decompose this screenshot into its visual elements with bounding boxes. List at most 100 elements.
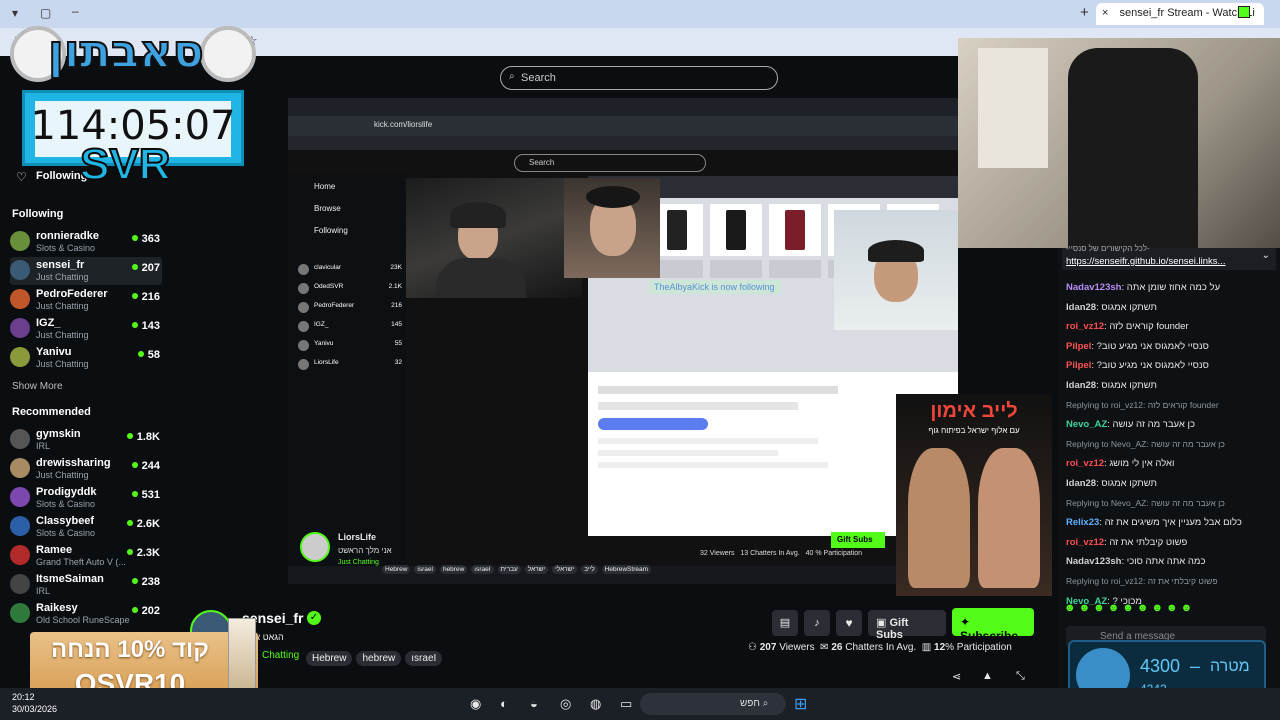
sidebar-channel[interactable]: ItsmeSaiman IRL 238 [10,571,162,599]
chat-username[interactable]: roi_vz12 [1066,321,1104,332]
chat-username[interactable]: Relix23 [1066,517,1099,528]
reply-text: Replying to roi_vz12: קוראים לזה founder [1066,399,1219,410]
stream-category[interactable]: Chatting [262,650,299,661]
gift-subs-button[interactable]: ▣ Gift Subs [868,610,946,641]
subscribe-label: Subscribe [960,629,1019,643]
channel-avatar-icon [10,487,30,507]
chat-message: roi_vz12: ואלה אין לי מושג [1066,458,1278,469]
sidebar-channel[interactable]: Classybeef Slots & Casino 2.6K [10,513,162,541]
stream-tag[interactable]: hebrew [356,651,402,666]
verified-icon: ✓ [307,611,321,625]
chat-message: Idan28: תשתקו אמגוס [1066,478,1278,489]
pinned-message[interactable]: -לכל הקישורים של סנסיי- https://senseifr… [1062,244,1276,270]
follow-heart-icon[interactable]: ♥ [836,610,862,636]
inner-channel-label: PedroFederer [314,302,355,309]
pinned-title: -לכל הקישורים של סנסיי- [1066,244,1150,253]
chat-reply-context: Replying to roi_vz12: קוראים לזה founder [1066,400,1278,410]
chat-username[interactable]: Idan28 [1066,478,1096,489]
sidebar-channel[interactable]: Ramee Grand Theft Auto V (... 2.3K [10,542,162,570]
stream-tag[interactable]: ישראל [524,565,549,574]
chat-username[interactable]: Idan28 [1066,302,1096,313]
chat-username[interactable]: roi_vz12 [1066,458,1104,469]
perfume-bottle-icon [785,210,805,250]
chat-text: על כמה אחוז שומן אתה [1126,282,1221,293]
chat-username[interactable]: Pilpel [1066,360,1091,371]
stream-tag[interactable]: Hebrew [382,565,411,574]
stream-tag[interactable]: לייב [581,565,598,574]
search-icon: ⌕ [509,71,515,82]
chat-username[interactable]: Pilpel [1066,341,1091,352]
show-more-link[interactable]: Show More [12,381,63,392]
podcasts-icon[interactable]: ◎ [560,696,571,712]
bell-icon[interactable]: ♪ [804,610,830,636]
inner-channel-viewers: 216 [391,302,402,309]
channel-category: Grand Theft Auto V (... [36,557,126,567]
chat-username[interactable]: Nevo_AZ [1066,419,1107,430]
stream-tag[interactable]: HebrewStream [601,565,652,574]
following-section-title: Following [12,208,64,220]
channel-name: Prodigyddk [36,486,97,498]
chat-message: Idan28: תשתקו אמגוס [1066,302,1278,313]
chevron-down-icon[interactable]: ⌄ [1262,250,1270,261]
os-taskbar: 20:12 30/03/2026 ◉ ◐ ◒ ◎ ◍ ▭ חפש ⌕ ⊞ [0,688,1280,720]
channel-category: Slots & Casino [36,243,96,253]
bulb-icon[interactable]: ◒ [530,696,538,711]
chat-username[interactable]: Nadav123sh [1066,282,1121,293]
inner-avatar-icon [298,321,309,332]
inner-stats: 32 Viewers 13 Chatters In Avg. 40 % Part… [700,550,862,557]
search-placeholder: Search [521,72,556,84]
sidebar-channel[interactable]: gymskin IRL 1.8K [10,426,162,454]
clip-button[interactable]: ▤ [772,610,798,636]
goal-dash: – [1190,656,1201,676]
chat-text: קוראים לזה founder [1109,321,1189,333]
chat-message: Idan28: תשתקו אמגוס [1066,380,1278,391]
reply-text: Replying to roi_vz12: פשוט קיבלתי את זה [1066,576,1218,586]
chat-username[interactable]: Nadav123sh [1066,556,1121,567]
new-tab-button[interactable]: + [1080,4,1089,21]
product-caption [710,260,762,278]
live-training-board: לייב אימון עם אלוף ישראל בפיתוח גוף [896,394,1052,596]
stream-tag[interactable]: ısraeI [405,651,443,666]
chat-message: Nevo_AZ: כן אעבר מה זה עושה [1066,419,1278,430]
windows-start-icon[interactable]: ⊞ [794,694,807,714]
stream-tag[interactable]: Hebrew [306,651,353,666]
chat-username[interactable]: Idan28 [1066,380,1096,391]
sidebar-channel[interactable]: IGZ_ Just Chatting 143 [10,315,162,343]
taskbar-search[interactable]: חפש ⌕ [640,693,786,715]
sidebar-channel[interactable]: sensei_fr Just Chatting 207 [10,257,162,285]
stream-tag[interactable]: ısraeI [471,565,494,574]
stream-tag[interactable]: israel [414,565,436,574]
search-input[interactable]: ⌕ Search [500,66,778,90]
sidebar-channel[interactable]: Raikesy Old School RuneScape 202 [10,600,162,628]
emote-bar[interactable]: ☻☻☻☻☻☻☻☻☻ [1064,602,1264,616]
channel-name: drewissharing [36,457,111,469]
inner-sidebar: Home Browse Following clavicular 23K OdedSVR… [288,174,406,566]
chrome-icon[interactable]: ◍ [590,696,601,712]
stream-tag[interactable]: hebrew [439,565,468,574]
channel-avatar-icon [10,429,30,449]
live-board-title: לייב אימון [930,400,1018,422]
stream-tag[interactable]: עברית [497,565,521,574]
chat-message: Pilpel: ?סנסיי לאמגוס אני מגיע טוב [1066,360,1278,371]
sidebar-channel[interactable]: drewissharing Just Chatting 244 [10,455,162,483]
stream-tag[interactable]: ישראלי [552,565,578,574]
report-icon[interactable]: ▲ [982,670,993,682]
sidebar-channel[interactable]: ronnieradke Slots & Casino 363 [10,228,162,256]
discord-icon[interactable]: ◐ [500,696,508,711]
steam-icon[interactable]: ◉ [470,696,481,712]
tab-close-icon[interactable]: × [1102,7,1108,19]
sidebar-channel[interactable]: Prodigyddk Slots & Casino 531 [10,484,162,512]
video-player[interactable]: kick.com/liorslife Search Home Browse Foll… [288,98,958,584]
sidebar-channel[interactable]: PedroFederer Just Chatting 216 [10,286,162,314]
taskbar-time: 20:12 [12,692,35,702]
share-icon[interactable]: ⋖ [952,670,961,683]
pinned-link[interactable]: https://senseifr.github.io/sensei.links.… [1066,256,1225,267]
inner-gift-button: Gift Subs [831,532,885,548]
follow-notice: TheAlbyaKick is now following [648,280,781,294]
inner-webcam [406,178,582,298]
subscribe-button[interactable]: ✦ Subscribe [952,608,1034,643]
chat-username[interactable]: roi_vz12 [1066,537,1104,548]
theater-icon[interactable]: ⤡ [1016,670,1025,683]
sidebar-channel[interactable]: Yanivu Just Chatting 58 [10,344,162,372]
file-explorer-icon[interactable]: ▭ [620,696,632,712]
